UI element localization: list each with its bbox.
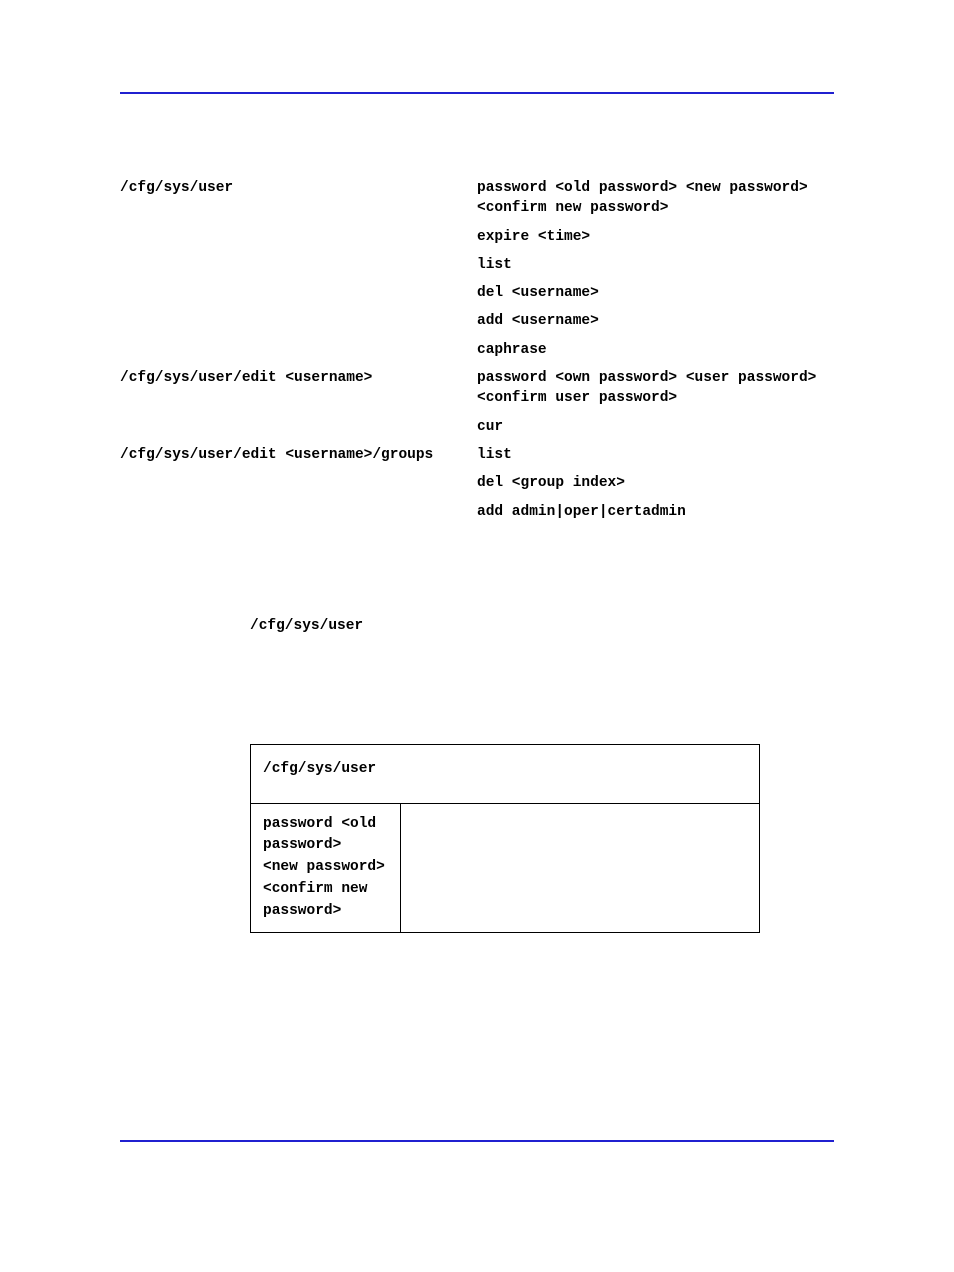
table-row: /cfg/sys/user/edit <username>/groups lis… xyxy=(120,441,834,469)
table-row: cur xyxy=(120,413,834,441)
syntax-table: /cfg/sys/user password <old password> <n… xyxy=(250,744,760,934)
cmd-option: del <username> xyxy=(477,279,834,307)
syntax-cell: password <old password> <new password> <… xyxy=(251,803,401,933)
table-row: expire <time> xyxy=(120,223,834,251)
page-header xyxy=(120,60,834,80)
command-listing-table: /cfg/sys/user password <old password> <n… xyxy=(120,174,834,526)
cmd-path xyxy=(120,251,477,279)
cmd-path: /cfg/sys/user xyxy=(120,174,477,223)
cmd-path xyxy=(120,279,477,307)
table-row: /cfg/sys/user/edit <username> password <… xyxy=(120,364,834,413)
table-row: /cfg/sys/user password <old password> <n… xyxy=(120,174,834,223)
top-rule xyxy=(120,92,834,94)
cmd-path xyxy=(120,307,477,335)
cmd-path xyxy=(120,498,477,526)
table-row: list xyxy=(120,251,834,279)
cmd-option: cur xyxy=(477,413,834,441)
cmd-path xyxy=(120,223,477,251)
content: /cfg/sys/user password <old password> <n… xyxy=(120,174,834,933)
table-row: caphrase xyxy=(120,336,834,364)
cmd-option: add <username> xyxy=(477,307,834,335)
syntax-description xyxy=(401,803,760,933)
bottom-rule xyxy=(120,1140,834,1142)
cmd-path: /cfg/sys/user/edit <username> xyxy=(120,364,477,413)
cmd-option: del <group index> xyxy=(477,469,834,497)
cmd-path xyxy=(120,336,477,364)
cmd-option: expire <time> xyxy=(477,223,834,251)
cmd-option: caphrase xyxy=(477,336,834,364)
table-row: add admin|oper|certadmin xyxy=(120,498,834,526)
cmd-path xyxy=(120,413,477,441)
table-row: del <username> xyxy=(120,279,834,307)
cmd-option: password <own password> <user password> … xyxy=(477,364,834,413)
section-command: /cfg/sys/user xyxy=(250,616,834,634)
table-row: del <group index> xyxy=(120,469,834,497)
cmd-option: list xyxy=(477,441,834,469)
syntax-header: /cfg/sys/user xyxy=(251,744,760,803)
cmd-path: /cfg/sys/user/edit <username>/groups xyxy=(120,441,477,469)
command-text: /cfg/sys/user xyxy=(250,618,363,634)
table-row: add <username> xyxy=(120,307,834,335)
cmd-path xyxy=(120,469,477,497)
table-row: /cfg/sys/user xyxy=(251,744,760,803)
cmd-option: password <old password> <new password> <… xyxy=(477,174,834,223)
cmd-option: list xyxy=(477,251,834,279)
table-row: password <old password> <new password> <… xyxy=(251,803,760,933)
cmd-option: add admin|oper|certadmin xyxy=(477,498,834,526)
